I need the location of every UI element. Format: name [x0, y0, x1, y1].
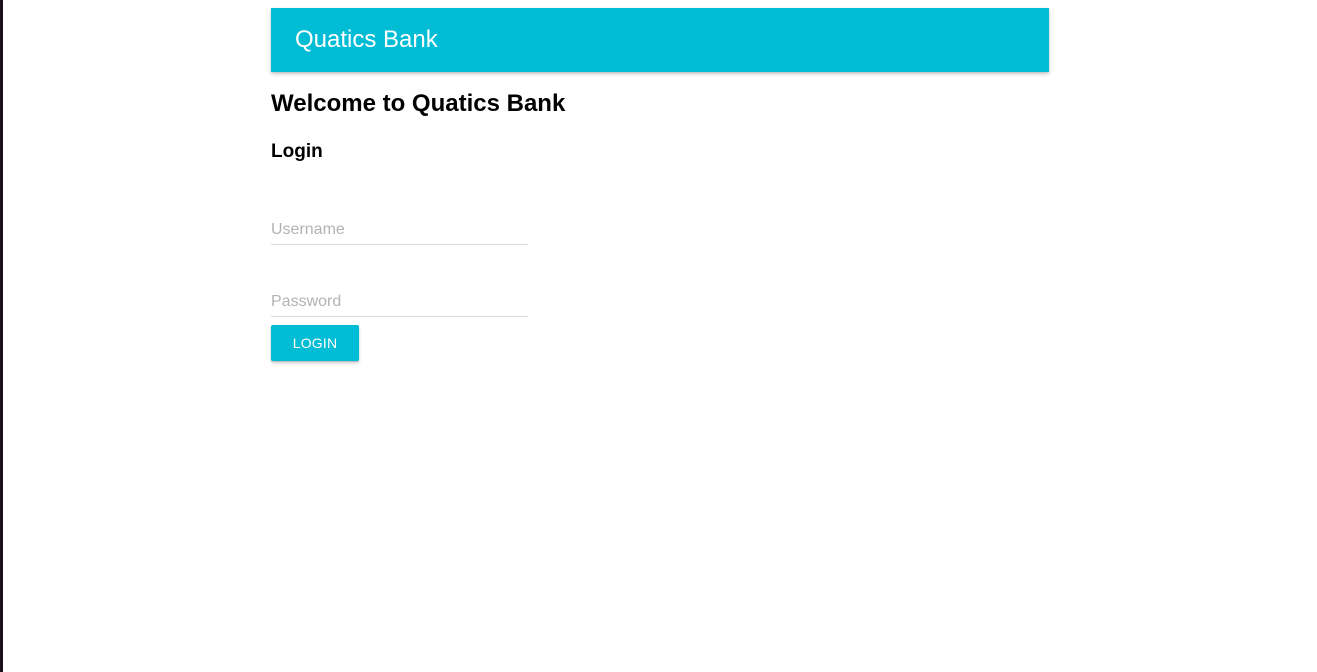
window-edge: [0, 0, 3, 672]
welcome-heading: Welcome to Quatics Bank: [271, 90, 566, 117]
username-field: [271, 218, 528, 245]
app-toolbar: Quatics Bank: [271, 8, 1049, 72]
username-input[interactable]: [271, 218, 528, 242]
password-input[interactable]: [271, 290, 528, 314]
login-button[interactable]: LOGIN: [271, 325, 359, 361]
password-field: [271, 290, 528, 317]
login-heading: Login: [271, 141, 323, 162]
app-title: Quatics Bank: [295, 25, 438, 53]
app-container: Quatics Bank Welcome to Quatics Bank Log…: [271, 8, 1049, 361]
